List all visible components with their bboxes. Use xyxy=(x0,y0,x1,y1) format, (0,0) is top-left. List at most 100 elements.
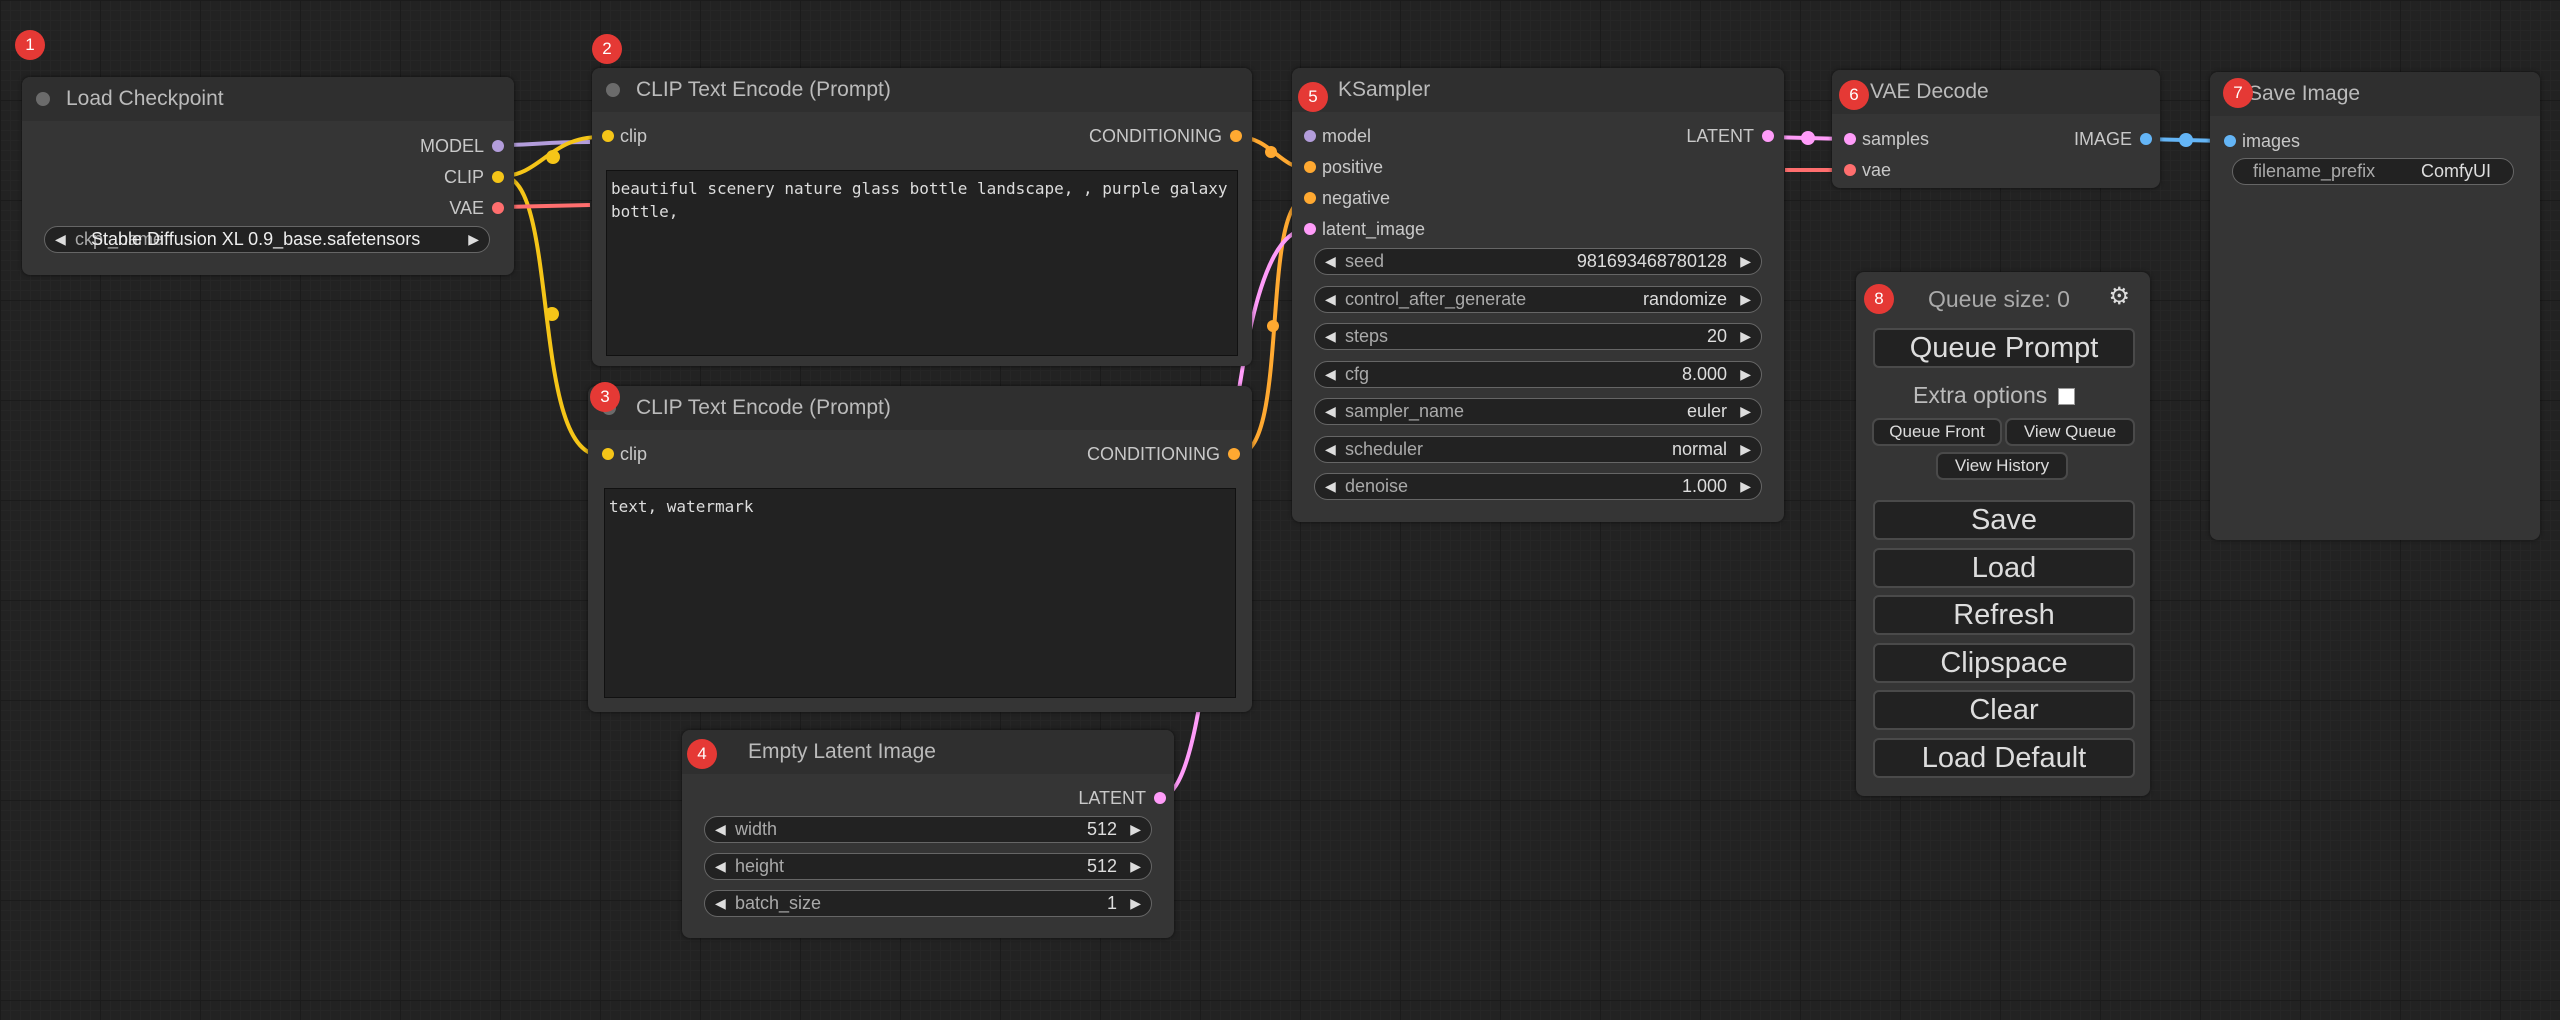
output-dot[interactable] xyxy=(1230,130,1242,142)
load-button[interactable]: Load xyxy=(1873,548,2135,588)
arrow-left-icon[interactable]: ◀ xyxy=(1325,287,1336,311)
input-positive[interactable]: positive xyxy=(1304,157,1383,177)
arrow-right-icon[interactable]: ▶ xyxy=(1130,817,1141,841)
arrow-right-icon[interactable]: ▶ xyxy=(1740,399,1751,423)
arrow-left-icon[interactable]: ◀ xyxy=(1325,324,1336,348)
input-latent-image[interactable]: latent_image xyxy=(1304,219,1425,239)
input-dot[interactable] xyxy=(1304,161,1316,173)
input-dot[interactable] xyxy=(602,448,614,460)
output-image[interactable]: IMAGE xyxy=(2074,129,2152,149)
input-dot[interactable] xyxy=(2224,135,2236,147)
node-empty-latent-image[interactable]: Empty Latent Image LATENT ◀ width 512 ▶ … xyxy=(682,730,1174,938)
batch-size-widget[interactable]: ◀ batch_size 1 ▶ xyxy=(704,890,1152,917)
scheduler-widget[interactable]: ◀ scheduler normal ▶ xyxy=(1314,436,1762,463)
filename-prefix-widget[interactable]: filename_prefix ComfyUI xyxy=(2232,158,2514,185)
clipspace-button[interactable]: Clipspace xyxy=(1873,643,2135,683)
load-default-button[interactable]: Load Default xyxy=(1873,738,2135,778)
input-dot[interactable] xyxy=(1844,164,1856,176)
arrow-right-icon[interactable]: ▶ xyxy=(1130,891,1141,915)
output-dot[interactable] xyxy=(492,202,504,214)
arrow-right-icon[interactable]: ▶ xyxy=(468,227,479,251)
node-title[interactable]: CLIP Text Encode (Prompt) xyxy=(588,386,1252,430)
arrow-left-icon[interactable]: ◀ xyxy=(715,817,726,841)
collapse-dot[interactable] xyxy=(606,83,620,97)
output-dot[interactable] xyxy=(1154,792,1166,804)
arrow-right-icon[interactable]: ▶ xyxy=(1130,854,1141,878)
node-title[interactable]: Empty Latent Image xyxy=(682,730,1174,774)
output-conditioning[interactable]: CONDITIONING xyxy=(1087,444,1240,464)
arrow-right-icon[interactable]: ▶ xyxy=(1740,324,1751,348)
denoise-widget[interactable]: ◀ denoise 1.000 ▶ xyxy=(1314,473,1762,500)
output-clip[interactable]: CLIP xyxy=(444,167,504,187)
input-clip[interactable]: clip xyxy=(602,126,647,146)
queue-prompt-button[interactable]: Queue Prompt xyxy=(1873,328,2135,368)
widget-label: scheduler xyxy=(1345,439,1424,459)
arrow-left-icon[interactable]: ◀ xyxy=(1325,362,1336,386)
arrow-left-icon[interactable]: ◀ xyxy=(55,227,66,251)
sampler-name-widget[interactable]: ◀ sampler_name euler ▶ xyxy=(1314,398,1762,425)
input-samples[interactable]: samples xyxy=(1844,129,1929,149)
node-ksampler[interactable]: KSampler model positive negative latent_… xyxy=(1292,68,1784,522)
queue-front-button[interactable]: Queue Front xyxy=(1872,418,2002,446)
node-title[interactable]: VAE Decode xyxy=(1832,70,2160,114)
width-widget[interactable]: ◀ width 512 ▶ xyxy=(704,816,1152,843)
output-latent[interactable]: LATENT xyxy=(1686,126,1774,146)
arrow-left-icon[interactable]: ◀ xyxy=(1325,437,1336,461)
output-dot[interactable] xyxy=(1762,130,1774,142)
input-dot[interactable] xyxy=(1844,133,1856,145)
input-dot[interactable] xyxy=(1304,192,1316,204)
refresh-button[interactable]: Refresh xyxy=(1873,595,2135,635)
extra-options-checkbox[interactable] xyxy=(2057,388,2075,406)
input-vae[interactable]: vae xyxy=(1844,160,1891,180)
node-clip-text-negative[interactable]: CLIP Text Encode (Prompt) clip CONDITION… xyxy=(588,386,1252,712)
arrow-right-icon[interactable]: ▶ xyxy=(1740,249,1751,273)
view-queue-button[interactable]: View Queue xyxy=(2005,418,2135,446)
input-dot[interactable] xyxy=(1304,130,1316,142)
arrow-left-icon[interactable]: ◀ xyxy=(715,854,726,878)
arrow-right-icon[interactable]: ▶ xyxy=(1740,287,1751,311)
steps-widget[interactable]: ◀ steps 20 ▶ xyxy=(1314,323,1762,350)
save-button[interactable]: Save xyxy=(1873,500,2135,540)
node-title[interactable]: KSampler xyxy=(1292,68,1784,112)
node-title[interactable]: Save Image xyxy=(2210,72,2540,116)
input-clip[interactable]: clip xyxy=(602,444,647,464)
output-dot[interactable] xyxy=(492,171,504,183)
input-dot[interactable] xyxy=(1304,223,1316,235)
ckpt-name-combo[interactable]: ◀ ckpt_name Stable Diffusion XL 0.9_base… xyxy=(44,226,490,253)
widget-label: height xyxy=(735,856,785,876)
node-title[interactable]: Load Checkpoint xyxy=(22,77,514,121)
input-images[interactable]: images xyxy=(2224,131,2300,151)
prompt-textarea[interactable]: text, watermark xyxy=(604,488,1236,698)
input-model[interactable]: model xyxy=(1304,126,1371,146)
arrow-left-icon[interactable]: ◀ xyxy=(1325,399,1336,423)
output-model[interactable]: MODEL xyxy=(420,136,504,156)
collapse-dot[interactable] xyxy=(36,92,50,106)
view-history-button[interactable]: View History xyxy=(1936,452,2068,480)
node-clip-text-positive[interactable]: CLIP Text Encode (Prompt) clip CONDITION… xyxy=(592,68,1252,366)
input-dot[interactable] xyxy=(602,130,614,142)
output-vae[interactable]: VAE xyxy=(449,198,504,218)
node-save-image[interactable]: Save Image images filename_prefix ComfyU… xyxy=(2210,72,2540,540)
node-vae-decode[interactable]: VAE Decode samples vae IMAGE xyxy=(1832,70,2160,188)
output-dot[interactable] xyxy=(492,140,504,152)
gear-icon[interactable]: ⚙ xyxy=(2108,282,2130,311)
cfg-widget[interactable]: ◀ cfg 8.000 ▶ xyxy=(1314,361,1762,388)
seed-widget[interactable]: ◀ seed 981693468780128 ▶ xyxy=(1314,248,1762,275)
node-title[interactable]: CLIP Text Encode (Prompt) xyxy=(592,68,1252,112)
arrow-right-icon[interactable]: ▶ xyxy=(1740,474,1751,498)
arrow-right-icon[interactable]: ▶ xyxy=(1740,362,1751,386)
control-after-generate-widget[interactable]: ◀ control_after_generate randomize ▶ xyxy=(1314,286,1762,313)
arrow-left-icon[interactable]: ◀ xyxy=(715,891,726,915)
output-dot[interactable] xyxy=(1228,448,1240,460)
height-widget[interactable]: ◀ height 512 ▶ xyxy=(704,853,1152,880)
output-dot[interactable] xyxy=(2140,133,2152,145)
arrow-left-icon[interactable]: ◀ xyxy=(1325,249,1336,273)
arrow-left-icon[interactable]: ◀ xyxy=(1325,474,1336,498)
clear-button[interactable]: Clear xyxy=(1873,690,2135,730)
prompt-textarea[interactable]: beautiful scenery nature glass bottle la… xyxy=(606,170,1238,356)
node-load-checkpoint[interactable]: Load Checkpoint MODEL CLIP VAE ◀ ckpt_na… xyxy=(22,77,514,275)
output-conditioning[interactable]: CONDITIONING xyxy=(1089,126,1242,146)
output-latent[interactable]: LATENT xyxy=(1078,788,1166,808)
input-negative[interactable]: negative xyxy=(1304,188,1390,208)
arrow-right-icon[interactable]: ▶ xyxy=(1740,437,1751,461)
